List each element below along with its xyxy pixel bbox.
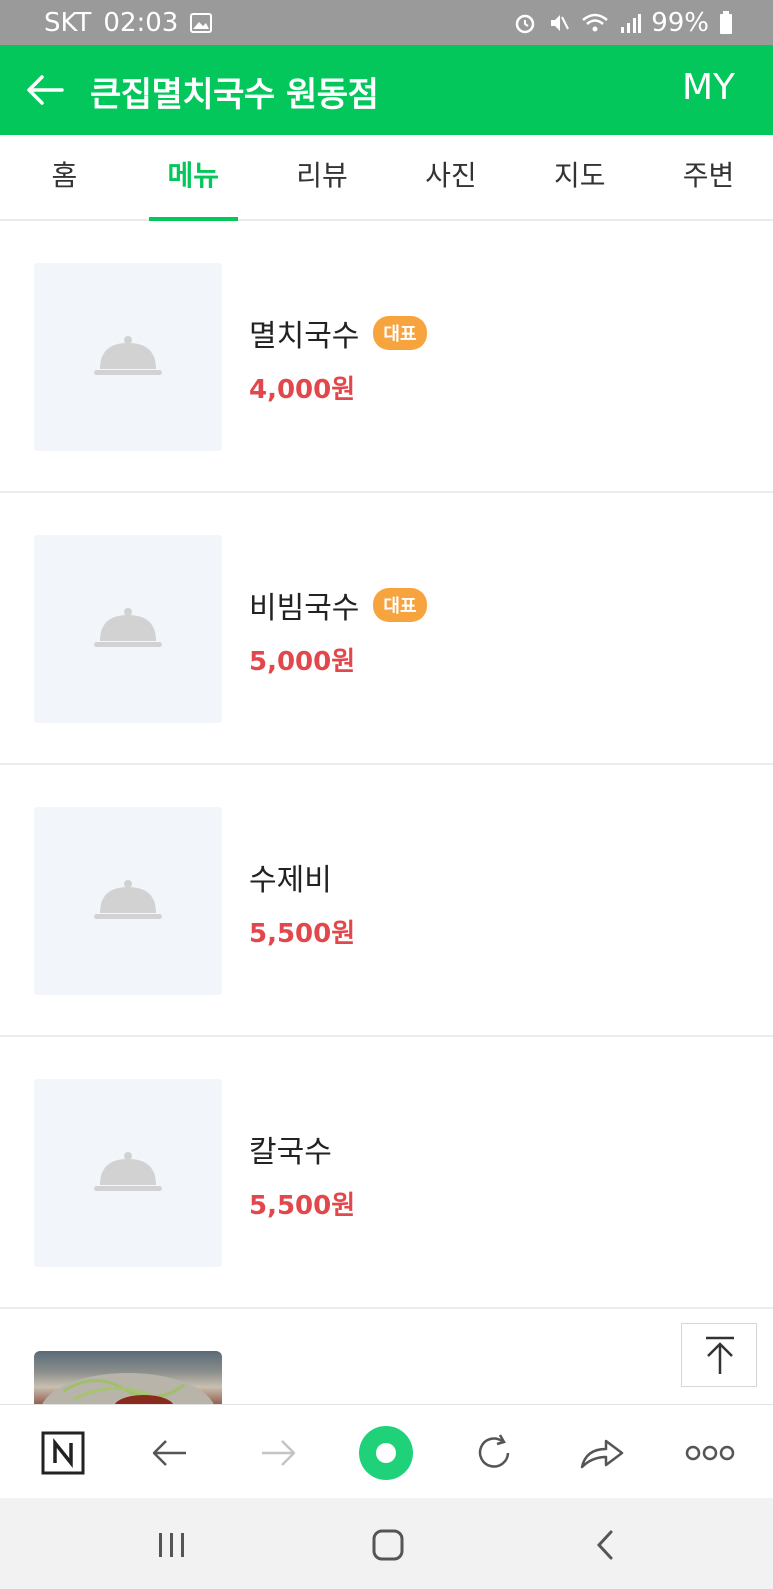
tab-home[interactable]: 홈 <box>0 135 129 219</box>
signal-icon <box>621 14 642 33</box>
more-button[interactable] <box>680 1423 740 1483</box>
tab-map[interactable]: 지도 <box>515 135 644 219</box>
menu-thumbnail <box>34 263 222 451</box>
tab-review[interactable]: 리뷰 <box>258 135 387 219</box>
mute-icon <box>551 15 570 31</box>
battery-icon <box>720 11 732 34</box>
menu-item[interactable]: 칼국수 5,500원 <box>0 1037 773 1309</box>
battery-percent: 99% <box>651 8 709 38</box>
home-button[interactable] <box>358 1520 418 1570</box>
system-back-button[interactable] <box>576 1520 636 1570</box>
carrier: SKT <box>44 8 92 38</box>
menu-thumbnail <box>34 535 222 723</box>
menu-thumbnail <box>34 807 222 995</box>
page-title: 큰집멸치국수 원동점 <box>90 75 379 115</box>
back-arrow-icon <box>152 1440 186 1466</box>
wifi-icon <box>582 13 609 32</box>
menu-price: 5,500원 <box>249 919 356 949</box>
arrow-left-icon[interactable] <box>22 67 68 113</box>
menu-photo <box>34 1351 222 1411</box>
noodle-photo-image <box>40 1373 216 1411</box>
food-cloche-icon <box>94 336 162 375</box>
signature-badge: 대표 <box>373 316 427 350</box>
menu-price: 5,500원 <box>249 1191 356 1221</box>
scroll-top-button[interactable] <box>681 1323 757 1387</box>
more-icon <box>685 1445 735 1461</box>
gallery-icon <box>190 13 213 33</box>
tab-photo[interactable]: 사진 <box>386 135 515 219</box>
share-button[interactable] <box>572 1423 632 1483</box>
system-nav-bar <box>0 1498 773 1589</box>
menu-name: 칼국수 <box>249 1135 332 1170</box>
recents-button[interactable] <box>142 1520 202 1570</box>
clock: 02:03 <box>103 8 179 38</box>
green-dot-icon <box>359 1426 413 1480</box>
menu-name: 비빔국수 <box>249 591 360 626</box>
food-cloche-icon <box>94 1152 162 1191</box>
food-cloche-icon <box>94 880 162 919</box>
menu-name: 멸치국수 <box>249 319 360 354</box>
recents-icon <box>159 1533 184 1557</box>
status-bar: SKT 02:03 99% <box>0 0 773 45</box>
menu-price: 4,000원 <box>249 375 356 405</box>
arrow-up-to-top-icon <box>706 1336 734 1374</box>
menu-list: 멸치국수 대표 4,000원 비빔국수 대표 5,000원 수제비 5,500원… <box>0 221 773 1429</box>
app-header: 큰집멸치국수 원동점 MY <box>0 45 773 135</box>
menu-price: 5,000원 <box>249 647 356 677</box>
green-dot-button[interactable] <box>356 1423 416 1483</box>
tab-bar: 홈 메뉴 리뷰 사진 지도 주변 <box>0 135 773 221</box>
alarm-icon <box>515 14 535 34</box>
nav-back-button[interactable] <box>140 1423 200 1483</box>
signature-badge: 대표 <box>373 588 427 622</box>
home-icon <box>372 1529 404 1561</box>
forward-arrow-icon <box>262 1440 296 1466</box>
refresh-button[interactable] <box>464 1423 524 1483</box>
menu-name: 수제비 <box>249 863 332 898</box>
browser-toolbar <box>0 1404 773 1498</box>
naver-n-icon <box>41 1431 85 1475</box>
menu-item[interactable]: 비빔국수 대표 5,000원 <box>0 493 773 765</box>
menu-thumbnail <box>34 1079 222 1267</box>
naver-n-button[interactable] <box>33 1423 93 1483</box>
my-button[interactable]: MY <box>682 67 735 108</box>
back-chevron-icon <box>596 1530 613 1560</box>
share-icon <box>580 1439 624 1469</box>
menu-item[interactable]: 멸치국수 대표 4,000원 <box>0 221 773 493</box>
nav-forward-button[interactable] <box>248 1423 308 1483</box>
tab-nearby[interactable]: 주변 <box>644 135 773 219</box>
refresh-icon <box>478 1434 510 1468</box>
food-cloche-icon <box>94 608 162 647</box>
tab-menu[interactable]: 메뉴 <box>129 135 258 221</box>
menu-item[interactable]: 수제비 5,500원 <box>0 765 773 1037</box>
